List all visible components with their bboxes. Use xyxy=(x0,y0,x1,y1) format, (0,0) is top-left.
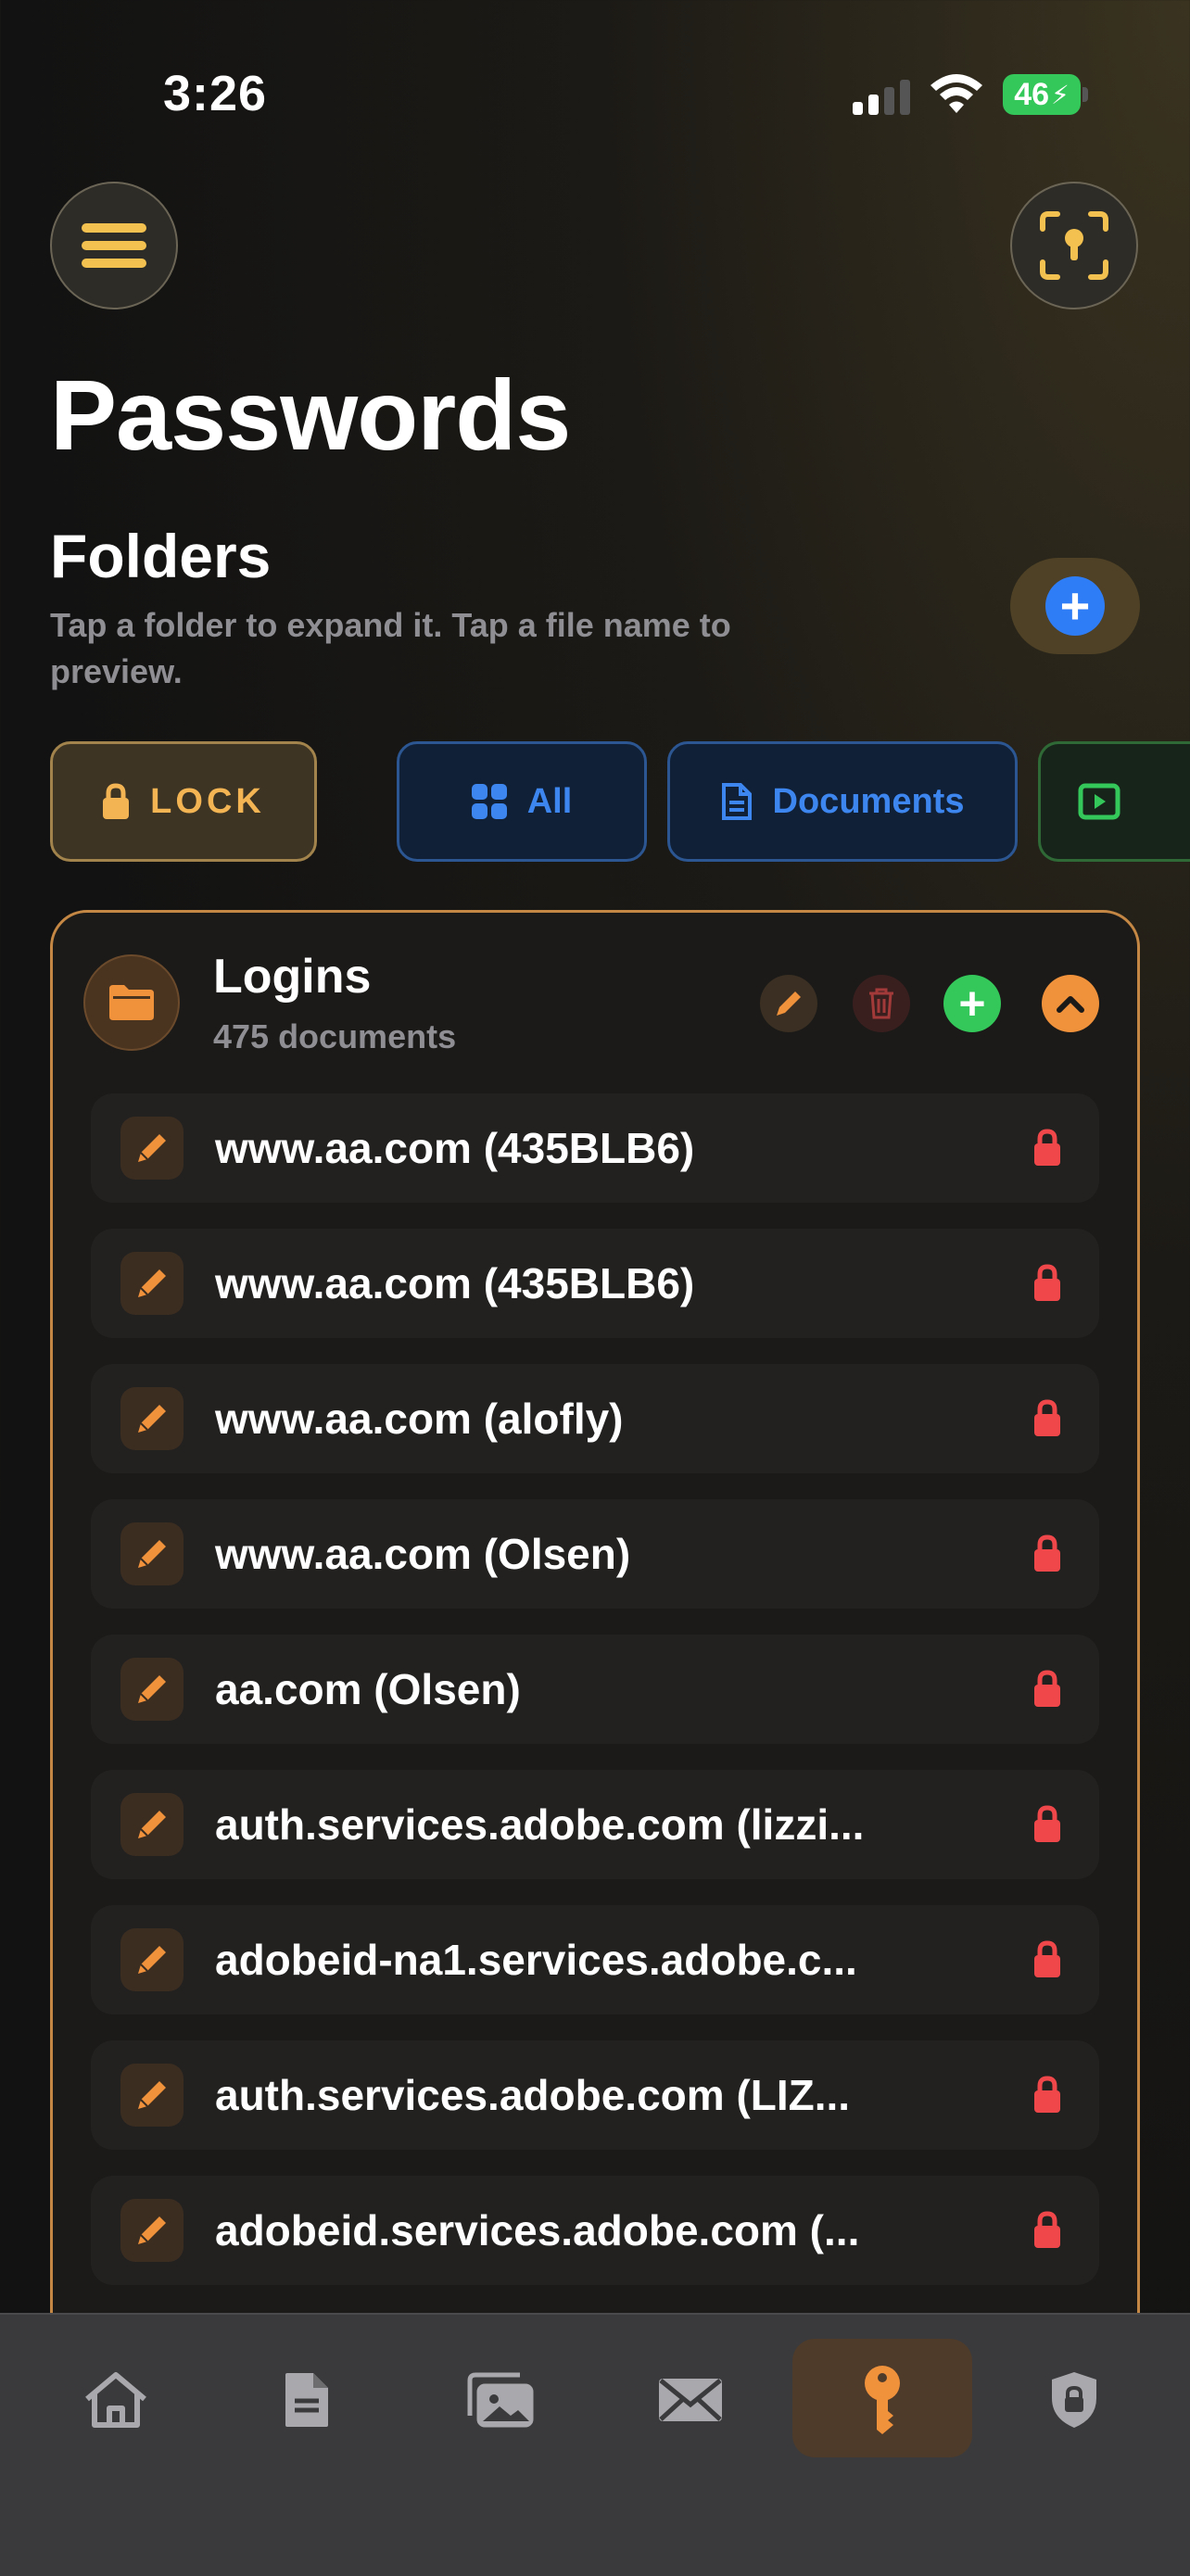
lock-icon xyxy=(1032,1939,1062,1983)
tab-vault[interactable] xyxy=(1023,2354,1125,2446)
shield-lock-icon xyxy=(1052,2372,1096,2428)
pencil-icon xyxy=(138,1405,166,1433)
password-item-row[interactable]: www.aa.com (Olsen) xyxy=(91,1499,1099,1609)
password-item-label[interactable]: auth.services.adobe.com (LIZ... xyxy=(215,2040,850,2150)
collapse-folder-button[interactable] xyxy=(1042,975,1099,1032)
trash-icon xyxy=(869,988,893,1019)
filter-documents[interactable]: Documents xyxy=(667,741,1018,862)
edit-item-button[interactable] xyxy=(120,1658,184,1721)
edit-item-button[interactable] xyxy=(120,1793,184,1856)
add-item-button[interactable]: + xyxy=(943,975,1001,1032)
filter-label: Documents xyxy=(772,781,965,821)
lock-icon xyxy=(1032,1669,1062,1712)
video-icon xyxy=(1078,783,1120,820)
password-item-label[interactable]: www.aa.com (Olsen) xyxy=(215,1499,630,1609)
face-id-lock-icon xyxy=(1040,211,1108,280)
folder-document-count: 475 documents xyxy=(213,1017,457,1055)
password-item-row[interactable]: www.aa.com (435BLB6) xyxy=(91,1229,1099,1338)
tab-documents[interactable] xyxy=(256,2354,358,2446)
pencil-icon xyxy=(138,1675,166,1703)
folders-heading: Folders xyxy=(50,522,272,590)
password-item-label[interactable]: adobeid-na1.services.adobe.c... xyxy=(215,1905,857,2014)
pencil-icon xyxy=(138,1269,166,1297)
plus-icon: + xyxy=(1045,576,1105,636)
password-item-label[interactable]: adobeid.services.adobe.com (... xyxy=(215,2176,859,2285)
document-icon xyxy=(285,2373,328,2427)
pencil-icon xyxy=(138,2081,166,2109)
edit-item-button[interactable] xyxy=(120,2199,184,2262)
battery-icon: 46 ⚡ xyxy=(1003,74,1081,115)
lock-icon xyxy=(1032,1804,1062,1848)
mail-icon xyxy=(659,2379,722,2421)
lock-icon xyxy=(1032,2210,1062,2254)
password-item-label[interactable]: www.aa.com (435BLB6) xyxy=(215,1093,694,1203)
password-item-row[interactable]: aa.com (Olsen) xyxy=(91,1635,1099,1744)
edit-item-button[interactable] xyxy=(120,1387,184,1450)
lock-icon xyxy=(1032,1263,1062,1307)
folder-icon xyxy=(83,954,180,1051)
lock-icon xyxy=(1032,2075,1062,2118)
lock-icon xyxy=(103,783,130,819)
pencil-icon xyxy=(138,1811,166,1838)
password-item-label[interactable]: aa.com (Olsen) xyxy=(215,1635,521,1744)
page-title: Passwords xyxy=(50,359,571,471)
hamburger-menu-icon xyxy=(82,223,146,268)
tab-mail[interactable] xyxy=(639,2354,741,2446)
lock-icon xyxy=(1032,1128,1062,1171)
home-icon xyxy=(85,2372,146,2428)
document-icon xyxy=(721,783,752,820)
filter-all[interactable]: All xyxy=(397,741,647,862)
chevron-up-icon xyxy=(1057,996,1084,1013)
tab-passwords[interactable] xyxy=(831,2354,933,2446)
filter-label: LOCK xyxy=(150,781,265,821)
password-item-row[interactable]: auth.services.adobe.com (lizzi... xyxy=(91,1770,1099,1879)
pencil-icon xyxy=(138,1134,166,1162)
pencil-icon xyxy=(777,991,801,1016)
grid-icon xyxy=(471,784,507,819)
add-folder-button[interactable]: + xyxy=(1010,558,1140,654)
password-item-label[interactable]: auth.services.adobe.com (lizzi... xyxy=(215,1770,864,1879)
key-icon xyxy=(865,2366,900,2434)
pencil-icon xyxy=(138,2216,166,2244)
edit-folder-button[interactable] xyxy=(760,975,817,1032)
pencil-icon xyxy=(138,1946,166,1974)
password-item-row[interactable]: www.aa.com (435BLB6) xyxy=(91,1093,1099,1203)
edit-item-button[interactable] xyxy=(120,1928,184,1991)
password-item-row[interactable]: auth.services.adobe.com (LIZ... xyxy=(91,2040,1099,2150)
edit-item-button[interactable] xyxy=(120,2064,184,2127)
password-item-row[interactable]: adobeid-na1.services.adobe.c... xyxy=(91,1905,1099,2014)
folders-subtitle: Tap a folder to expand it. Tap a file na… xyxy=(50,606,731,690)
plus-icon: + xyxy=(958,978,986,1029)
filter-video[interactable] xyxy=(1038,741,1190,862)
edit-item-button[interactable] xyxy=(120,1252,184,1315)
password-item-row[interactable]: www.aa.com (alofly) xyxy=(91,1364,1099,1473)
password-item-label[interactable]: www.aa.com (alofly) xyxy=(215,1364,624,1473)
filter-lock[interactable]: LOCK xyxy=(50,741,317,862)
lock-icon xyxy=(1032,1398,1062,1442)
wifi-icon xyxy=(929,72,984,120)
password-item-row[interactable]: adobeid.services.adobe.com (... xyxy=(91,2176,1099,2285)
pencil-icon xyxy=(138,1540,166,1568)
battery-tip xyxy=(1082,87,1088,102)
filter-label: All xyxy=(526,781,573,821)
tab-photos[interactable] xyxy=(449,2354,551,2446)
edit-item-button[interactable] xyxy=(120,1117,184,1180)
folder-name[interactable]: Logins xyxy=(213,949,371,1004)
delete-folder-button[interactable] xyxy=(853,975,910,1032)
tab-home[interactable] xyxy=(65,2354,167,2446)
status-time: 3:26 xyxy=(163,66,268,121)
lock-icon xyxy=(1032,1534,1062,1577)
cellular-signal-icon xyxy=(853,78,912,115)
password-item-label[interactable]: www.aa.com (435BLB6) xyxy=(215,1229,694,1338)
edit-item-button[interactable] xyxy=(120,1522,184,1585)
face-id-button[interactable] xyxy=(1010,182,1138,309)
tab-bar xyxy=(0,2313,1190,2576)
menu-button[interactable] xyxy=(50,182,178,309)
photos-icon xyxy=(467,2372,534,2428)
